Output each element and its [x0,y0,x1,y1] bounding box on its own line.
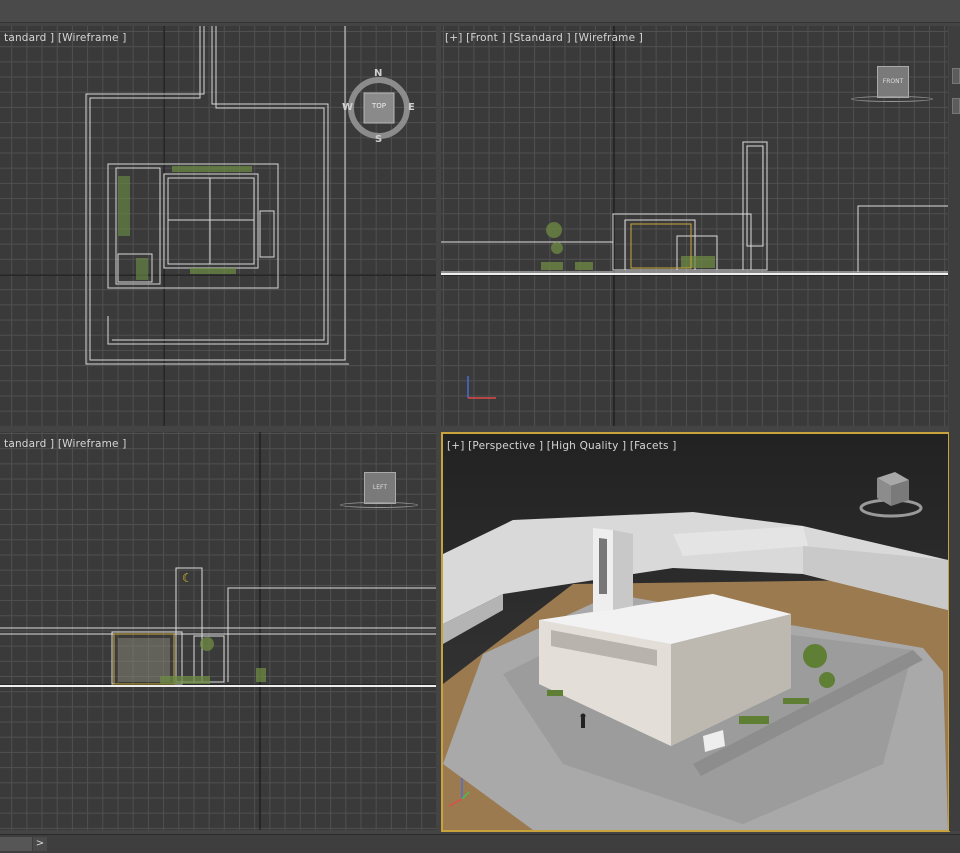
top-view-drawing [0,26,436,426]
svg-text:☾: ☾ [182,571,193,585]
viewcube-left-ring [340,502,418,508]
viewcube-front-ring [851,96,933,102]
timeline-next-button[interactable]: > [33,837,47,851]
viewport-label-front[interactable]: [+] [Front ] [Standard ] [Wireframe ] [445,32,643,44]
front-view-drawing [441,26,948,426]
perspective-render [443,472,948,830]
viewport-label-left[interactable]: tandard ] [Wireframe ] [4,438,127,450]
viewport-left[interactable]: ☾ tandard ] [Wireframe ] LEFT [0,432,436,830]
viewcube-perspective[interactable] [859,472,923,518]
timeline-scroll-track[interactable] [0,837,32,851]
viewport-right-edge [949,26,960,831]
viewcube-front[interactable]: FRONT [877,66,909,98]
compass-north: N [374,68,383,79]
viewport-label-top[interactable]: tandard ] [Wireframe ] [4,32,127,44]
viewport-front[interactable]: [+] [Front ] [Standard ] [Wireframe ] FR… [441,26,948,426]
viewcube-left[interactable]: LEFT [364,472,396,504]
viewport-perspective[interactable]: [+] [Perspective ] [High Quality ] [Face… [441,432,950,832]
viewcube-top-label[interactable]: TOP [366,102,392,110]
side-panel-handle-top[interactable] [952,68,960,84]
side-panel-handle-bottom[interactable] [952,98,960,114]
compass-east: E [408,102,415,113]
status-bar: > [0,834,960,853]
viewport-top[interactable]: tandard ] [Wireframe ] TOP N S E W [0,26,436,426]
top-toolbar [0,0,960,23]
viewport-label-perspective[interactable]: [+] [Perspective ] [High Quality ] [Face… [447,440,677,452]
compass-west: W [342,102,354,113]
compass-south: S [375,134,383,145]
